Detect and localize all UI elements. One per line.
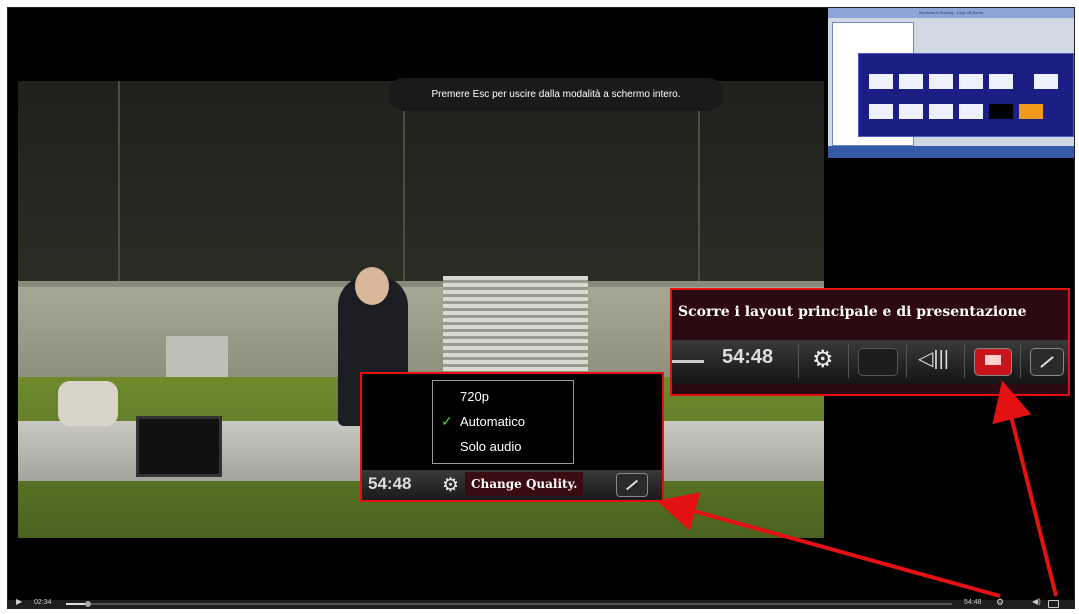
zoomed-control-bar: 54:48 ⚙ ◁|||	[672, 340, 1068, 384]
quality-option-automatico[interactable]: ✓ Automatico	[433, 410, 573, 434]
slide-thumb	[929, 104, 953, 119]
chair	[58, 381, 118, 426]
wall-vent	[443, 276, 588, 371]
divider	[964, 344, 965, 378]
slide-thumb	[929, 74, 953, 89]
slide-sorter	[858, 53, 1074, 137]
quality-menu: 720p ✓ Automatico Solo audio	[432, 380, 574, 464]
slide-thumb	[869, 74, 893, 89]
player-control-bar: ▶ 02:34 54:48 ⚙ ◀)	[8, 597, 1074, 608]
seek-track[interactable]	[672, 360, 704, 363]
slide-thumb	[989, 74, 1013, 89]
current-time: 02:34	[34, 599, 52, 606]
layout-switch-icon[interactable]	[1048, 600, 1059, 608]
layout-switch-callout: Scorre i layout principale e di presenta…	[670, 288, 1070, 396]
gear-icon[interactable]: ⚙	[996, 597, 1004, 608]
blackboard	[18, 81, 824, 287]
slide-thumb	[1019, 104, 1043, 119]
windows-taskbar	[828, 146, 1074, 158]
zoomed-duration: 54:48	[368, 474, 412, 493]
change-quality-tooltip: Change Quality.	[465, 472, 584, 496]
layout-tooltip: Scorre i layout principale e di presenta…	[678, 304, 1027, 320]
quality-option-solo-audio[interactable]: Solo audio	[433, 435, 573, 459]
duration: 54:48	[964, 599, 982, 606]
board-divider	[403, 81, 405, 281]
quality-option-720p[interactable]: 720p	[433, 385, 573, 409]
quality-option-label: 720p	[460, 389, 489, 404]
fullscreen-icon[interactable]	[1030, 348, 1064, 376]
zoomed-control-bar: 54:48 ⚙ Change Quality.	[362, 470, 662, 500]
board-divider	[698, 81, 700, 281]
presentation-window-title: Windows 8 Sharing - Logo 28 Demo	[828, 8, 1074, 18]
quality-menu-callout: 720p ✓ Automatico Solo audio 54:48 ⚙ Cha…	[360, 372, 664, 502]
gear-icon[interactable]: ⚙	[442, 474, 459, 497]
divider	[1020, 344, 1021, 378]
empty-button[interactable]	[858, 348, 898, 376]
slide-thumb	[959, 74, 983, 89]
fullscreen-toast: Premere Esc per uscire dalla modalità a …	[389, 78, 723, 111]
slide-thumb	[899, 104, 923, 119]
play-icon[interactable]: ▶	[16, 597, 22, 606]
slide-thumb	[1034, 74, 1058, 89]
quality-option-label: Automatico	[460, 414, 526, 429]
board-divider	[118, 81, 120, 281]
quality-option-label: Solo audio	[460, 439, 522, 454]
presentation-thumbnail[interactable]: Windows 8 Sharing - Logo 28 Demo	[828, 8, 1074, 158]
volume-icon[interactable]: ◁|||	[918, 346, 949, 371]
lecturer-head	[355, 267, 389, 305]
divider	[798, 344, 799, 378]
seek-track[interactable]	[66, 603, 952, 605]
layout-switch-icon[interactable]	[974, 348, 1012, 376]
checkmark-icon: ✓	[441, 413, 453, 429]
divider	[848, 344, 849, 378]
fullscreen-icon[interactable]	[616, 473, 648, 497]
gear-icon[interactable]: ⚙	[812, 345, 834, 374]
volume-icon[interactable]: ◀)	[1032, 597, 1041, 606]
slide-thumb	[869, 104, 893, 119]
zoomed-duration: 54:48	[722, 346, 774, 368]
seek-handle[interactable]	[85, 601, 91, 607]
desk-monitor	[136, 416, 222, 477]
slide-thumb	[989, 104, 1013, 119]
slide-thumb	[899, 74, 923, 89]
slide-thumb	[959, 104, 983, 119]
divider	[906, 344, 907, 378]
